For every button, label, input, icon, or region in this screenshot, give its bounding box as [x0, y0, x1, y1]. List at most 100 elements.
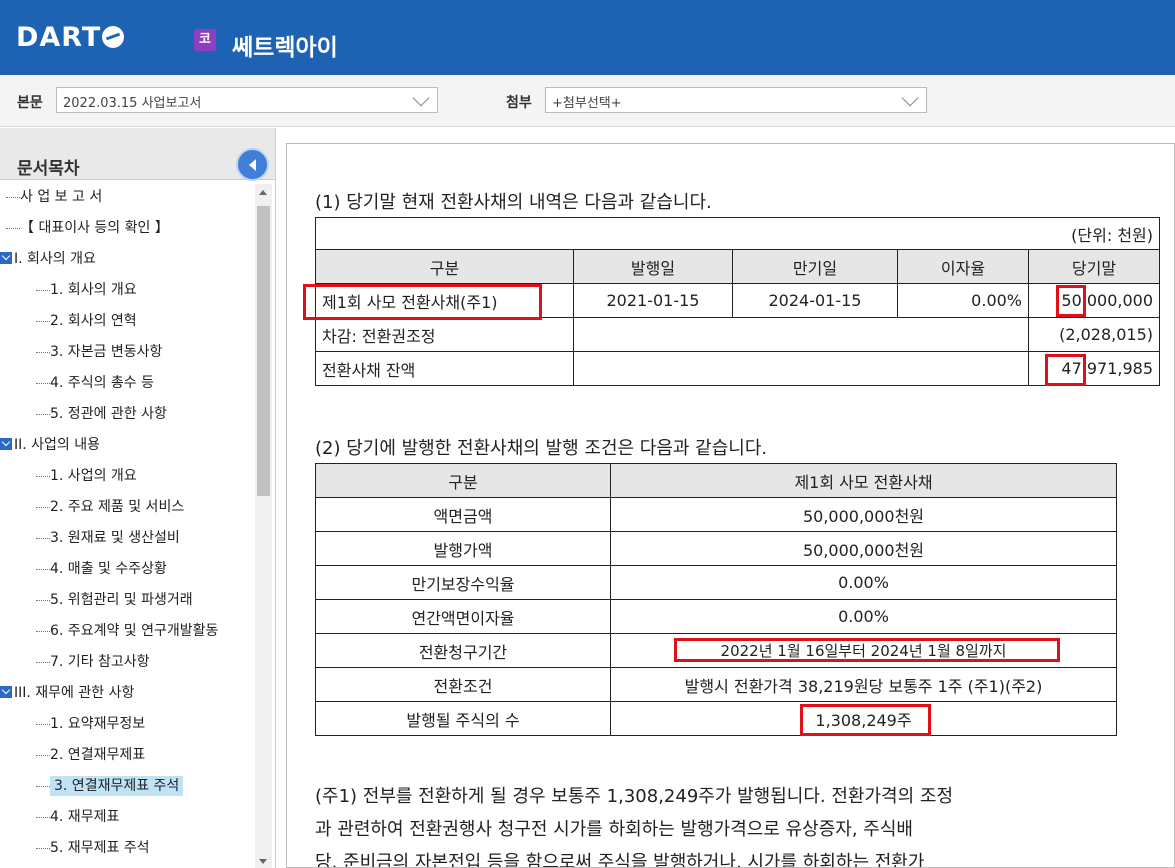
table-cell: 0.00% — [610, 565, 1117, 600]
tree-connector — [36, 816, 50, 818]
toc-item-label: 1. 회사의 개요 — [50, 282, 137, 298]
toc-item[interactable]: 5. 정관에 관한 사항 — [36, 401, 167, 427]
table-row: 발행가액 50,000,000천원 — [315, 531, 1117, 566]
scroll-up-icon[interactable] — [259, 190, 267, 195]
toc-item[interactable]: I. 회사의 개요 — [0, 246, 96, 272]
tree-connector — [36, 289, 50, 291]
toc-item[interactable]: 4. 재무제표 — [36, 804, 119, 830]
toc-item[interactable]: 4. 주식의 총수 등 — [36, 370, 154, 396]
tree-connector — [36, 568, 50, 570]
attachment-select[interactable]: +첨부선택+ — [545, 87, 927, 113]
toc-item[interactable]: II. 사업의 내용 — [0, 432, 100, 458]
tree-connector — [36, 351, 50, 353]
table-cell: 전환조건 — [315, 667, 611, 702]
footnote-text: (주1) 전부를 전환하게 될 경우 보통주 1,308,249주가 발행됩니다… — [315, 780, 953, 868]
dart-logo[interactable]: DART — [16, 22, 125, 53]
section-heading-1: (1) 당기말 현재 전환사채의 내역은 다음과 같습니다. — [315, 192, 712, 213]
toc-item[interactable]: 3. 연결재무제표 주석 — [36, 773, 184, 799]
highlight-box — [800, 704, 931, 736]
tree-connector — [36, 723, 50, 725]
issue-terms-table: 구분 제1회 사모 전환사채 액면금액 50,000,000천원 발행가액 50,0… — [315, 463, 1117, 736]
table-cell: 차감: 전환권조정 — [315, 317, 574, 352]
table-cell: 연간액면이자율 — [315, 599, 611, 634]
tree-connector — [36, 537, 50, 539]
toc-item[interactable]: 1. 요약재무정보 — [36, 711, 145, 737]
table-cell: 50,000,000천원 — [610, 531, 1117, 566]
scroll-down-icon[interactable] — [259, 859, 267, 864]
main-doc-select[interactable]: 2022.03.15 사업보고서 — [56, 87, 438, 113]
table-cell: 전환청구기간 — [315, 633, 611, 668]
footnote-line: 당, 준비금의 자본전입 등을 함으로써 주식을 발행하거나, 시가를 하회하는… — [315, 852, 925, 868]
table-cell: 만기보장수익율 — [315, 565, 611, 600]
attachment-select-value: +첨부선택+ — [552, 96, 622, 111]
toc-item-label: 3. 자본금 변동사항 — [50, 344, 163, 360]
toc-item-label: I. 회사의 개요 — [14, 251, 96, 267]
toc-item[interactable]: 【 대표이사 등의 확인 】 — [0, 215, 169, 241]
table-row: 전환사채 잔액 47,971,985 — [315, 351, 1160, 386]
header-cell: 당기말 — [1028, 249, 1160, 284]
table-cell: 2021-01-15 — [573, 283, 733, 318]
table-cell: 발행될 주식의 수 — [315, 701, 611, 736]
toc-item[interactable]: 4. 매출 및 수주상황 — [36, 556, 167, 582]
toc-item[interactable]: 5. 위험관리 및 파생거래 — [36, 587, 193, 613]
table-row: 연간액면이자율 0.00% — [315, 599, 1117, 634]
toc-item[interactable]: III. 재무에 관한 사항 — [0, 680, 134, 706]
toc-item-label: 4. 매출 및 수주상황 — [50, 561, 167, 577]
toc-item[interactable]: 2. 연결재무제표 — [36, 742, 145, 768]
toc-item[interactable]: 사 업 보 고 서 — [0, 184, 102, 210]
toc-header: 문서목차 — [0, 128, 275, 181]
collapse-sidebar-icon[interactable] — [236, 148, 269, 181]
logo-text: DART — [16, 22, 102, 53]
highlight-box — [1056, 285, 1086, 317]
header-cell: 구분 — [315, 463, 611, 498]
header-cell: 만기일 — [732, 249, 898, 284]
tree-connector — [36, 320, 50, 322]
main-doc-label: 본문 — [17, 95, 43, 111]
toc-item-label: III. 재무에 관한 사항 — [14, 685, 135, 701]
toc-item-label: 4. 재무제표 — [50, 809, 120, 825]
table-cell: 50,000,000천원 — [610, 497, 1117, 532]
toc-item-label: 3. 연결재무제표 주석 — [50, 776, 184, 796]
toc-item-label: 1. 사업의 개요 — [50, 468, 137, 484]
table-cell: 0.00% — [610, 599, 1117, 634]
toc-item-label: 1. 요약재무정보 — [50, 716, 146, 732]
toc-item-label: 4. 주식의 총수 등 — [50, 375, 154, 391]
header-cell: 제1회 사모 전환사채 — [610, 463, 1117, 498]
expand-toggle-icon[interactable] — [0, 252, 12, 264]
toc-item[interactable]: 7. 기타 참고사항 — [36, 649, 150, 675]
toc-item-label: II. 사업의 내용 — [14, 437, 101, 453]
tree-connector — [36, 413, 50, 415]
toc-scrollbar[interactable] — [255, 184, 272, 868]
toc-item[interactable]: 1. 회사의 개요 — [36, 277, 137, 303]
highlight-box — [1045, 354, 1086, 386]
toc-item[interactable]: 1. 사업의 개요 — [36, 463, 137, 489]
tree-connector — [36, 847, 50, 849]
tree-connector — [36, 382, 50, 384]
toc-item-label: 5. 위험관리 및 파생거래 — [50, 592, 193, 608]
table-cell — [573, 351, 1029, 386]
toc-item[interactable]: 5. 재무제표 주석 — [36, 835, 150, 861]
toc-item-label: 2. 회사의 연혁 — [50, 313, 137, 329]
toc-item-label: 5. 정관에 관한 사항 — [50, 406, 167, 422]
toc-item[interactable]: 6. 주요계약 및 연구개발활동 — [36, 618, 218, 644]
toc-tree: 사 업 보 고 서 【 대표이사 등의 확인 】 I. 회사의 개요 1. 회사의 개… — [0, 184, 255, 868]
scroll-thumb[interactable] — [257, 206, 270, 496]
section-heading-2: (2) 당기에 발행한 전환사채의 발행 조건은 다음과 같습니다. — [315, 438, 768, 459]
toc-item[interactable]: 3. 원재료 및 생산설비 — [36, 525, 180, 551]
header-cell: 구분 — [315, 249, 574, 284]
toc-item-label: 7. 기타 참고사항 — [50, 654, 150, 670]
expand-toggle-icon[interactable] — [0, 438, 12, 450]
toc-item[interactable]: 2. 주요 제품 및 서비스 — [36, 494, 184, 520]
tree-connector — [6, 196, 20, 198]
toc-item-label: 사 업 보 고 서 — [20, 189, 103, 205]
tree-connector — [36, 785, 50, 787]
table-cell: 액면금액 — [315, 497, 611, 532]
toc-title: 문서목차 — [17, 159, 80, 179]
toc-item[interactable]: 3. 자본금 변동사항 — [36, 339, 162, 365]
expand-toggle-icon[interactable] — [0, 686, 12, 698]
toc-item-label: 5. 재무제표 주석 — [50, 840, 150, 856]
highlight-box — [674, 638, 1060, 662]
logo-globe-icon — [102, 26, 125, 48]
toc-item[interactable]: 2. 회사의 연혁 — [36, 308, 137, 334]
table-cell: 50,000,000 — [1028, 283, 1160, 318]
